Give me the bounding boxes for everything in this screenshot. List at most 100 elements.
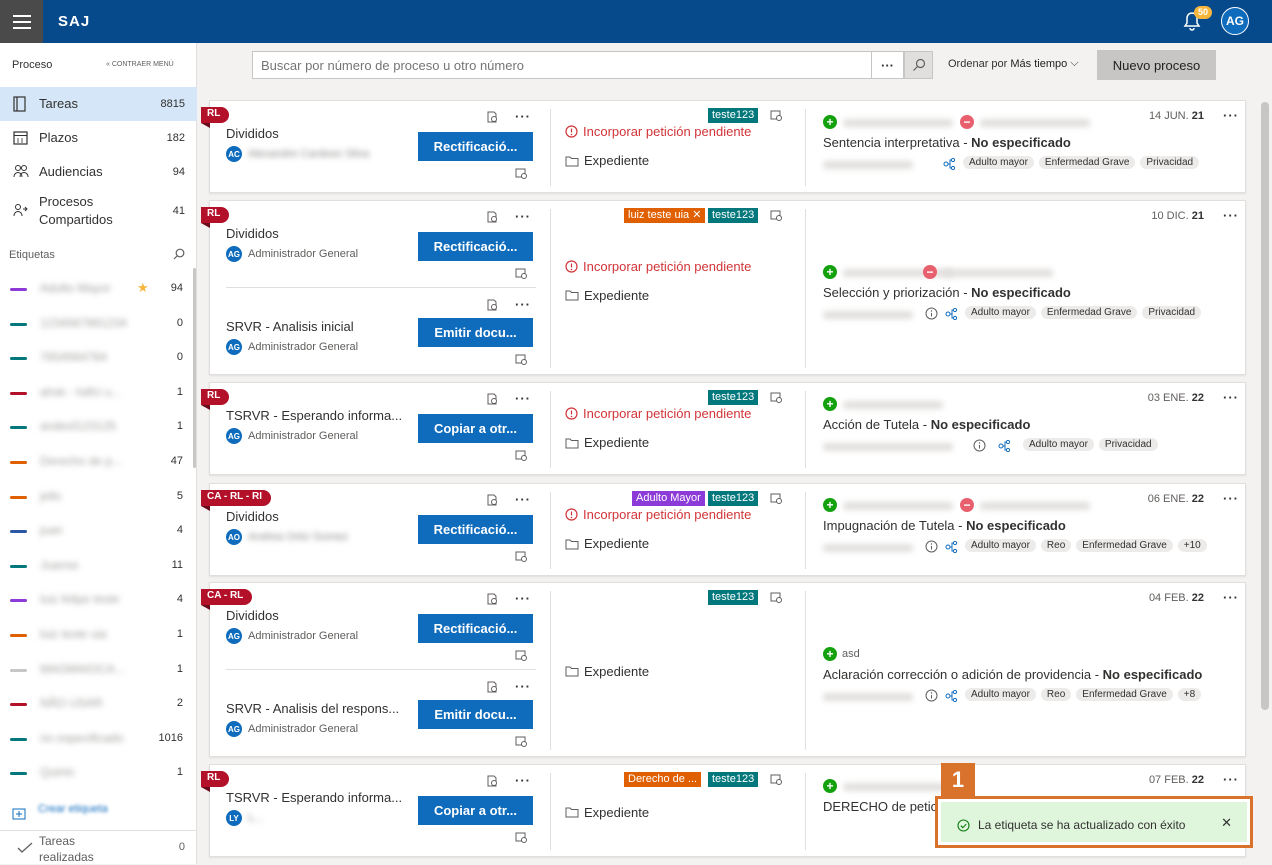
new-process-button[interactable]: Nuevo proceso bbox=[1097, 50, 1216, 80]
tag-item[interactable]: NÃO USAR 2 bbox=[0, 687, 197, 721]
tag-item[interactable]: juan 4 bbox=[0, 514, 197, 548]
process-type[interactable]: Acción de Tutela - No especificado bbox=[823, 417, 1030, 432]
task-action-button[interactable]: Emitir docu... bbox=[418, 318, 533, 347]
expediente-link[interactable]: Expediente bbox=[565, 288, 649, 303]
task-title[interactable]: Divididos bbox=[226, 608, 279, 623]
tag-pill[interactable]: Derecho de ... bbox=[624, 772, 702, 787]
process-type[interactable]: Impugnación de Tutela - No especificado bbox=[823, 518, 1066, 533]
assign-icon[interactable] bbox=[486, 299, 498, 311]
history-icon[interactable] bbox=[515, 831, 527, 843]
history-icon[interactable] bbox=[515, 167, 527, 179]
tag-chip[interactable]: Enfermedad Grave bbox=[1040, 305, 1138, 319]
more-options-button[interactable]: ··· bbox=[1223, 208, 1239, 223]
tag-chip[interactable]: Enfermedad Grave bbox=[1038, 156, 1136, 169]
tag-chip[interactable]: Privacidad bbox=[1098, 438, 1158, 451]
collapse-menu-button[interactable]: « CONTRAER MENÚ bbox=[106, 61, 174, 68]
assign-icon[interactable] bbox=[486, 111, 498, 123]
hamburger-menu-icon[interactable] bbox=[0, 0, 43, 43]
more-options-button[interactable]: ··· bbox=[515, 591, 531, 606]
more-options-button[interactable]: ··· bbox=[515, 209, 531, 224]
warning-message[interactable]: Incorporar petición pendiente bbox=[565, 124, 751, 139]
add-tag-icon[interactable] bbox=[770, 773, 782, 785]
star-icon[interactable]: ★ bbox=[137, 280, 149, 296]
task-action-button[interactable]: Rectificació... bbox=[418, 515, 533, 544]
history-icon[interactable] bbox=[515, 649, 527, 661]
tag-pill[interactable]: teste123 bbox=[708, 108, 759, 123]
tag-pill[interactable]: teste123 bbox=[708, 390, 759, 405]
tag-pill[interactable]: teste123 bbox=[708, 590, 759, 605]
history-icon[interactable] bbox=[515, 449, 527, 461]
tag-chip[interactable]: Enfermedad Grave bbox=[1076, 539, 1173, 552]
add-tag-icon[interactable] bbox=[770, 391, 782, 403]
task-title[interactable]: SRVR - Analisis inicial bbox=[226, 319, 354, 334]
tag-chip[interactable]: Privacidad bbox=[1140, 156, 1200, 169]
tag-item[interactable]: no especificado 1016 bbox=[0, 722, 197, 756]
tag-chip[interactable]: +8 bbox=[1177, 687, 1202, 701]
task-action-button[interactable]: Emitir docu... bbox=[418, 700, 533, 729]
tag-item[interactable]: andesf123125 1 bbox=[0, 410, 197, 444]
tag-item[interactable]: Adulto Mayor 94 ★ bbox=[0, 272, 197, 306]
process-card[interactable]: CA - RL ··· Divididos AG Administrador Ge… bbox=[201, 582, 1246, 757]
tag-chip[interactable]: Adulto mayor bbox=[1023, 438, 1094, 451]
process-card[interactable]: RL ··· Divididos AC Alexandre Cardoso Sil… bbox=[201, 100, 1246, 193]
tag-item[interactable]: jello 5 bbox=[0, 480, 197, 514]
tag-item[interactable]: ahsk - hdfci u... 1 bbox=[0, 376, 197, 410]
expediente-link[interactable]: Expediente bbox=[565, 536, 649, 551]
process-type[interactable]: Aclaración corrección o adición de provi… bbox=[823, 667, 1202, 682]
assign-icon[interactable] bbox=[486, 681, 498, 693]
task-action-button[interactable]: Copiar a otr... bbox=[418, 796, 533, 825]
assign-icon[interactable] bbox=[486, 494, 498, 506]
task-action-button[interactable]: Rectificació... bbox=[418, 614, 533, 643]
tag-item[interactable]: Juanse 11 bbox=[0, 549, 197, 583]
more-options-button[interactable]: ··· bbox=[515, 109, 531, 124]
sidebar-item-procesos-compartidos[interactable]: Procesos Compartidos 41 bbox=[0, 189, 197, 233]
search-icon[interactable] bbox=[173, 248, 185, 260]
info-icon[interactable] bbox=[973, 439, 986, 452]
process-card[interactable]: CA - RL - RI ··· Divididos AO Andrea Orti… bbox=[201, 483, 1246, 576]
task-action-button[interactable]: Copiar a otr... bbox=[418, 414, 533, 443]
add-tag-icon[interactable] bbox=[770, 591, 782, 603]
process-type[interactable]: DERECHO de petició bbox=[823, 799, 947, 814]
tag-item[interactable]: MAGMAIOCA... 1 bbox=[0, 653, 197, 687]
tag-chip[interactable]: Privacidad bbox=[1142, 305, 1202, 319]
task-title[interactable]: SRVR - Analisis del respons... bbox=[226, 701, 399, 716]
more-options-button[interactable]: ··· bbox=[515, 773, 531, 788]
share-tree-icon[interactable] bbox=[945, 689, 958, 702]
more-options-button[interactable]: ··· bbox=[515, 679, 531, 694]
history-icon[interactable] bbox=[515, 550, 527, 562]
tag-chip[interactable]: Enfermedad Grave bbox=[1076, 687, 1173, 701]
tag-chip[interactable]: Adulto mayor bbox=[965, 539, 1036, 552]
share-tree-icon[interactable] bbox=[945, 307, 958, 320]
tag-pill[interactable]: Adulto Mayor bbox=[632, 491, 705, 506]
assign-icon[interactable] bbox=[486, 775, 498, 787]
sidebar-scrollbar[interactable] bbox=[193, 268, 196, 468]
tag-item[interactable]: Quinin 1 bbox=[0, 756, 197, 790]
tag-pill[interactable]: luiz teste uia ✕ bbox=[624, 208, 706, 223]
tag-pill[interactable]: teste123 bbox=[708, 491, 759, 506]
task-title[interactable]: TSRVR - Esperando informa... bbox=[226, 790, 402, 805]
search-button[interactable] bbox=[904, 51, 933, 79]
process-type[interactable]: Sentencia interpretativa - No especifica… bbox=[823, 135, 1071, 150]
tag-chip[interactable]: Adulto mayor bbox=[965, 687, 1036, 701]
add-tag-icon[interactable] bbox=[770, 492, 782, 504]
task-title[interactable]: Divididos bbox=[226, 509, 279, 524]
main-scrollbar[interactable] bbox=[1258, 88, 1272, 864]
share-tree-icon[interactable] bbox=[945, 541, 958, 553]
expediente-link[interactable]: Expediente bbox=[565, 153, 649, 168]
search-input[interactable] bbox=[252, 51, 872, 79]
more-options-button[interactable]: ··· bbox=[1223, 590, 1239, 605]
completed-tasks-item[interactable]: Tareas realizadas 0 bbox=[0, 830, 197, 864]
tag-chip[interactable]: Reo bbox=[1040, 539, 1072, 552]
history-icon[interactable] bbox=[515, 353, 527, 365]
add-tag-icon[interactable] bbox=[770, 209, 782, 221]
assign-icon[interactable] bbox=[486, 393, 498, 405]
tag-pill[interactable]: teste123 bbox=[708, 772, 759, 787]
share-tree-icon[interactable] bbox=[998, 440, 1011, 452]
task-title[interactable]: TSRVR - Esperando informa... bbox=[226, 408, 402, 423]
main-scrollbar-thumb[interactable] bbox=[1261, 102, 1269, 710]
assign-icon[interactable] bbox=[486, 593, 498, 605]
more-options-button[interactable]: ··· bbox=[515, 492, 531, 507]
history-icon[interactable] bbox=[515, 735, 527, 747]
process-card[interactable]: RL ··· Divididos AG Administrador General… bbox=[201, 200, 1246, 375]
add-tag-icon[interactable] bbox=[770, 109, 782, 121]
